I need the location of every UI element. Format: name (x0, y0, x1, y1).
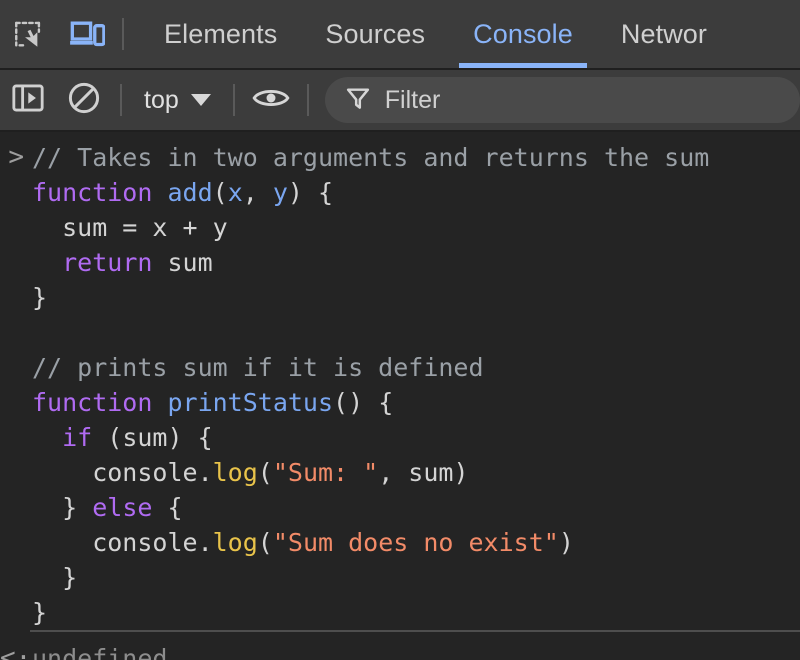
code-token: , sum) (378, 458, 469, 487)
code-token: printStatus (167, 388, 334, 417)
code-token: console. (32, 528, 213, 557)
console-toolbar-divider-3 (306, 84, 309, 116)
console-input-entry: > // Takes in two arguments and returns … (0, 132, 800, 630)
tab-elements-label: Elements (164, 18, 278, 49)
prompt-arrow-icon: > (8, 142, 24, 172)
code-token: log (212, 458, 258, 487)
tab-sources[interactable]: Sources (301, 0, 449, 68)
tab-console-label: Console (473, 18, 573, 49)
toolbar-divider (122, 18, 124, 50)
code-token: return (62, 248, 153, 277)
code-token: ) (558, 528, 574, 557)
code-token: (sum) { (92, 423, 213, 452)
execution-context-label: top (144, 85, 179, 114)
code-token: add (167, 178, 213, 207)
code-token: if (62, 423, 93, 452)
console-toolbar-divider-1 (120, 84, 122, 116)
tab-console[interactable]: Console (449, 0, 597, 68)
tab-network[interactable]: Networ (597, 0, 731, 68)
code-token: , (242, 178, 273, 207)
result-value: undefined (32, 643, 168, 660)
console-sidebar-button[interactable] (0, 82, 56, 119)
code-token: ) { (287, 178, 334, 207)
device-toolbar-icon (69, 18, 105, 50)
console-result-row: <· undefined (0, 632, 800, 660)
code-token: // prints sum if it is defined (32, 353, 484, 382)
code-token: // Takes in two arguments and returns th… (32, 143, 710, 172)
live-expression-button[interactable] (243, 85, 299, 116)
code-token: "Sum does no exist" (272, 528, 559, 557)
filter-placeholder: Filter (384, 85, 441, 114)
result-arrow-icon: <· (0, 643, 32, 660)
inspect-element-button[interactable] (0, 0, 58, 68)
filter-input[interactable]: Filter (324, 77, 800, 123)
code-token: x (227, 178, 243, 207)
code-token: sum = x + y (32, 213, 228, 242)
console-toolbar-divider-2 (232, 84, 235, 116)
tab-elements[interactable]: Elements (140, 0, 301, 68)
device-toolbar-button[interactable] (58, 0, 116, 68)
code-token: () { (333, 388, 394, 417)
code-token: log (212, 528, 258, 557)
code-token: } (32, 493, 93, 522)
code-token: function (32, 388, 168, 417)
devtools-tab-bar: Elements Sources Console Networ (0, 0, 800, 70)
console-sidebar-icon (11, 82, 45, 119)
inspect-element-icon (12, 17, 46, 51)
code-token: y (272, 178, 288, 207)
code-token: } (32, 598, 48, 627)
code-token: } (32, 283, 48, 312)
tab-sources-label: Sources (325, 18, 426, 49)
input-prompt-gutter: > (0, 140, 32, 630)
code-token: ( (257, 458, 273, 487)
code-token: sum (152, 248, 213, 277)
filter-funnel-icon (345, 85, 371, 116)
console-output[interactable]: > // Takes in two arguments and returns … (0, 132, 800, 660)
code-token: "Sum: " (272, 458, 379, 487)
code-token: ( (212, 178, 228, 207)
code-token: function (32, 178, 168, 207)
tab-network-label: Networ (620, 18, 707, 49)
code-token: ( (257, 528, 273, 557)
clear-console-icon (67, 81, 101, 120)
code-token: else (92, 493, 153, 522)
panel-tabs: Elements Sources Console Networ (140, 0, 800, 68)
console-code-text: // Takes in two arguments and returns th… (32, 140, 800, 630)
live-expression-eye-icon (252, 85, 290, 116)
chevron-down-icon (190, 94, 211, 106)
execution-context-selector[interactable]: top (130, 86, 225, 115)
code-token: { (152, 493, 183, 522)
clear-console-button[interactable] (56, 81, 112, 120)
code-token: console. (32, 458, 213, 487)
console-toolbar: top Filter (0, 70, 800, 132)
code-token: } (32, 563, 78, 592)
